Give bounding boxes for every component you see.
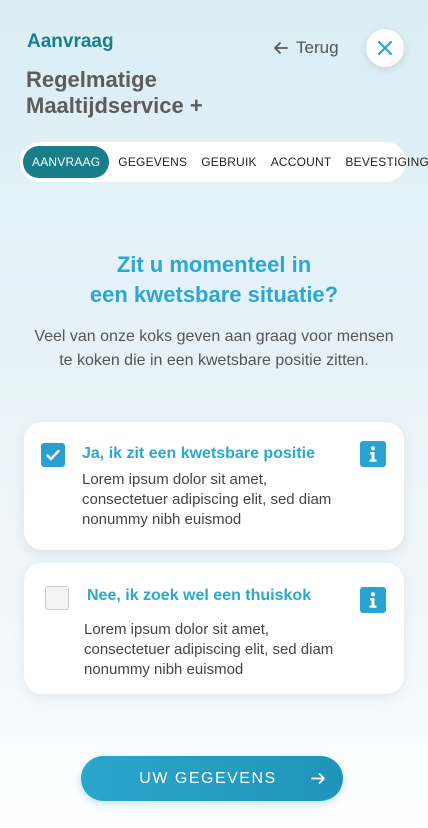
info-icon — [369, 446, 377, 462]
option-description: Lorem ipsum dolor sit amet, consectetuer… — [84, 621, 334, 678]
checkbox-unchecked[interactable] — [45, 586, 69, 610]
step-aanvraag[interactable]: Aanvraag — [23, 146, 110, 178]
info-icon — [369, 592, 377, 608]
back-label: Terug — [296, 38, 339, 57]
checkbox-checked[interactable] — [41, 443, 65, 467]
info-button[interactable] — [360, 587, 386, 613]
question-intro: Veel van onze koks geven aan graag voor … — [34, 328, 394, 369]
question-heading: Zit u momenteel in een kwetsbare situati… — [0, 250, 428, 310]
next-button-label: UW GEGEVENS — [139, 769, 277, 787]
step-gebruik[interactable]: Gebruik — [194, 146, 263, 178]
arrow-right-icon — [311, 773, 325, 784]
step-gegevens[interactable]: Gegevens — [111, 146, 194, 178]
option-title: Ja, ik zit een kwetsbare positie — [82, 445, 315, 462]
page-title: Regelmatige Maaltijdservice + — [26, 67, 203, 118]
close-button[interactable] — [366, 29, 404, 67]
check-icon — [46, 449, 60, 461]
back-link[interactable]: Terug — [272, 38, 339, 58]
option-title: Nee, ik zoek wel een thuiskok — [87, 587, 312, 604]
close-icon — [377, 40, 393, 56]
option-card-yes[interactable]: Ja, ik zit een kwetsbare positie Lorem i… — [24, 422, 404, 550]
step-navigation: Aanvraag Gegevens Gebruik Account Bevest… — [20, 142, 428, 182]
option-description: Lorem ipsum dolor sit amet, consectetuer… — [82, 471, 332, 528]
question-line-2: een kwetsbare situatie? — [89, 282, 339, 307]
option-card-no[interactable]: Nee, ik zoek wel een thuiskok Lorem ipsu… — [24, 563, 404, 694]
step-bevestiging[interactable]: Bevestiging — [338, 146, 428, 178]
question-line-1: Zit u momenteel in — [116, 252, 312, 277]
step-account[interactable]: Account — [264, 146, 339, 178]
section-label: Aanvraag — [27, 31, 114, 52]
info-button[interactable] — [360, 441, 386, 467]
next-button[interactable]: UW GEGEVENS — [81, 756, 343, 801]
arrow-left-icon — [274, 42, 288, 54]
